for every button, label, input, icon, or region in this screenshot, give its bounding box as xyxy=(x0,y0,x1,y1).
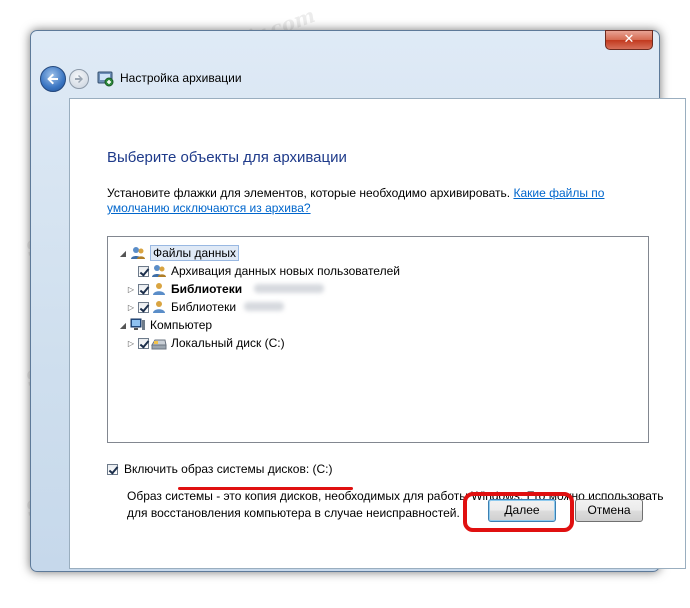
user-icon xyxy=(153,283,165,295)
expand-icon[interactable]: ▷ xyxy=(126,303,136,312)
back-arrow-icon xyxy=(47,73,58,85)
tree-node-computer[interactable]: ◢ Компьютер xyxy=(118,316,212,334)
checkbox-libraries-2[interactable] xyxy=(138,301,149,313)
tree-node-label: Компьютер xyxy=(150,318,213,332)
redacted-username xyxy=(244,302,284,311)
system-image-label: Включить образ системы дисков: (C:) xyxy=(124,462,333,476)
instruction-text: Установите флажки для элементов, которые… xyxy=(107,186,627,216)
page-heading: Выберите объекты для архивации xyxy=(107,149,347,166)
expand-icon[interactable]: ▷ xyxy=(126,339,136,348)
tree-node-label: Файлы данных xyxy=(150,245,240,261)
close-icon: ✕ xyxy=(623,32,635,47)
users-icon xyxy=(152,265,166,277)
computer-icon xyxy=(130,318,145,330)
backup-items-tree[interactable]: ◢ Файлы данных Архивация данных новых по… xyxy=(107,236,649,490)
backup-settings-window: ✕ Настройка архивации Выберите объекты д… xyxy=(30,30,686,572)
tree-node-label: Библиотеки xyxy=(171,300,237,314)
backup-icon xyxy=(97,71,114,87)
collapse-icon[interactable]: ◢ xyxy=(118,321,128,330)
expand-icon[interactable]: ▷ xyxy=(126,285,136,294)
tree-node-label: Архивация данных новых пользователей xyxy=(171,264,400,278)
collapse-icon[interactable]: ◢ xyxy=(118,249,128,258)
window-title: Настройка архивации xyxy=(120,71,242,85)
system-image-option[interactable]: Включить образ системы дисков: (C:) xyxy=(107,462,333,476)
users-icon xyxy=(131,247,145,259)
drive-icon xyxy=(151,339,167,350)
tree-node-label: Библиотеки xyxy=(171,282,243,296)
checkbox-system-image[interactable] xyxy=(107,463,118,475)
user-icon xyxy=(153,301,165,313)
instruction-label: Установите флажки для элементов, которые… xyxy=(107,186,511,200)
tree-node-libraries-1[interactable]: ▷ Библиотеки xyxy=(126,280,324,298)
cancel-button[interactable]: Отмена xyxy=(575,499,643,522)
redacted-username xyxy=(254,284,324,293)
tree-node-local-disk[interactable]: ▷ Локальный диск (C:) xyxy=(126,334,285,352)
forward-arrow-icon xyxy=(75,75,83,83)
checkbox-local-disk[interactable] xyxy=(138,337,149,349)
tree-node-label: Локальный диск (C:) xyxy=(171,336,285,350)
checkbox-libraries-1[interactable] xyxy=(138,283,149,295)
back-button[interactable] xyxy=(40,66,66,92)
checkbox-new-users[interactable] xyxy=(138,265,149,277)
tree-node-libraries-2[interactable]: ▷ Библиотеки xyxy=(126,298,284,316)
tree-node-new-users[interactable]: Архивация данных новых пользователей xyxy=(138,262,400,280)
forward-button[interactable] xyxy=(69,69,89,89)
close-button[interactable]: ✕ xyxy=(605,30,653,50)
tree-node-data-files[interactable]: ◢ Файлы данных xyxy=(118,244,240,262)
next-button[interactable]: Далее xyxy=(488,499,556,522)
